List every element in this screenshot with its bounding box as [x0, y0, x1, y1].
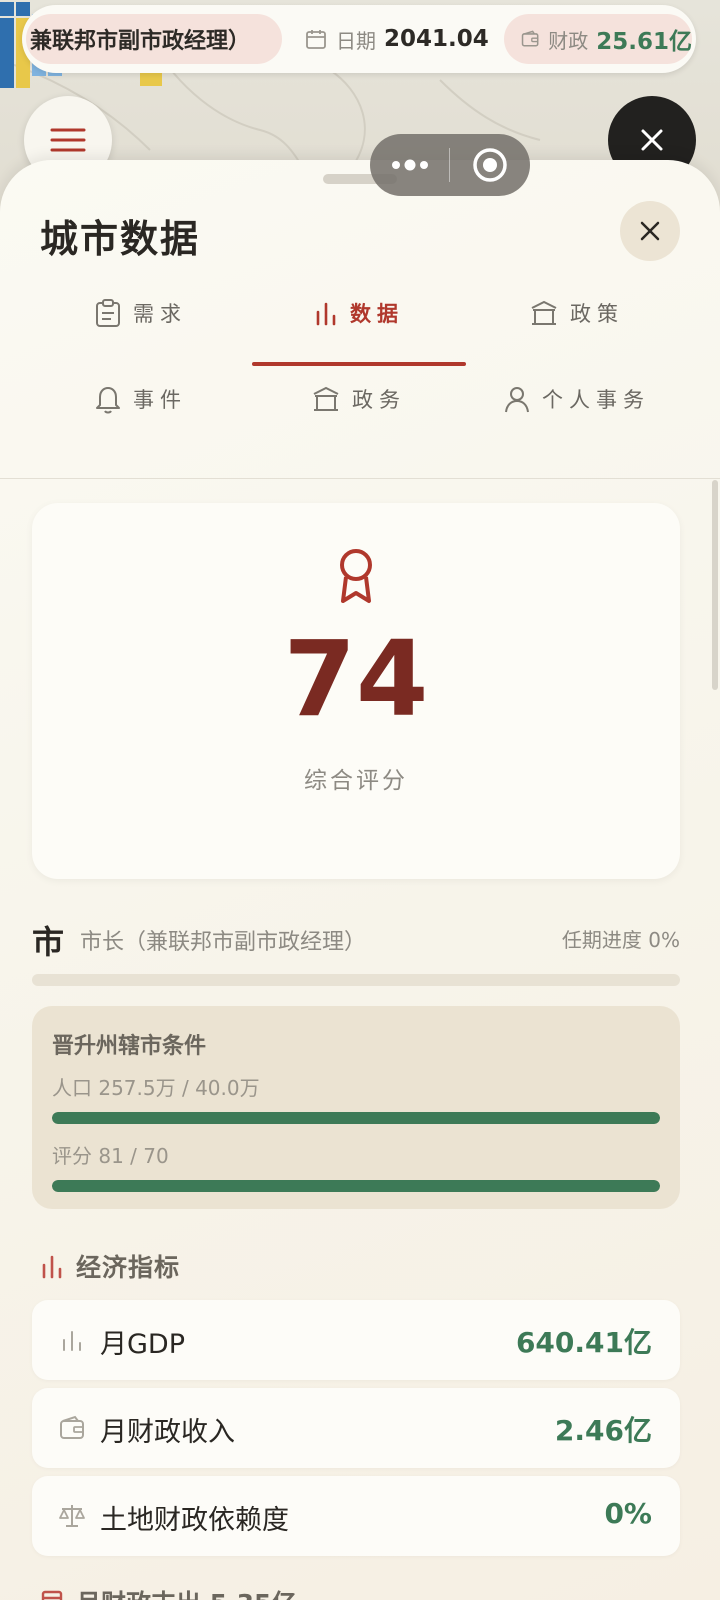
- date-label: 日期: [336, 28, 376, 53]
- tab-label: 需求: [133, 302, 187, 326]
- exit-miniprogram-icon[interactable]: [450, 134, 530, 196]
- metric-value: 0%: [604, 1497, 652, 1530]
- scale-icon: [59, 1505, 85, 1527]
- role-text: 兼联邦市副市政经理）: [30, 29, 251, 54]
- award-ribbon-icon: [340, 549, 372, 603]
- receipt-icon: [41, 1590, 63, 1600]
- score-condition-text: 评分 81 / 70: [52, 1144, 169, 1168]
- metric-row-fiscal-revenue[interactable]: 月财政收入 2.46亿: [32, 1388, 680, 1468]
- metric-label: 月财政收入: [100, 1417, 235, 1448]
- top-status-bar: 兼联邦市副市政经理） 日期 2041.04 财政 25.61亿: [22, 5, 696, 73]
- wallet-icon: [521, 30, 539, 47]
- overall-score-label: 综合评分: [304, 768, 408, 794]
- tab-events[interactable]: 事件: [32, 356, 250, 442]
- close-icon: [640, 221, 660, 241]
- tab-label: 政务: [352, 388, 406, 412]
- tab-policy[interactable]: 政策: [468, 270, 686, 356]
- tabs-divider: [0, 478, 720, 479]
- tab-personal-affairs[interactable]: 个人事务: [468, 356, 686, 442]
- date-display: 日期 2041.04: [304, 14, 489, 64]
- tab-label: 事件: [133, 388, 187, 412]
- metric-label: 月GDP: [100, 1329, 185, 1360]
- metric-label: 土地财政依赖度: [100, 1505, 289, 1536]
- government-building-icon: [313, 386, 339, 411]
- date-value: 2041.04: [384, 26, 489, 52]
- government-building-icon: [531, 300, 557, 325]
- tab-label: 政策: [570, 302, 624, 326]
- tab-bar: 需求 数据 政策 事件 政务 个人事务: [32, 270, 688, 450]
- scrollbar[interactable]: [712, 480, 718, 690]
- bar-chart-icon: [316, 302, 336, 326]
- sheet-title: 城市数据: [40, 217, 201, 261]
- overall-score-value: 74: [283, 618, 429, 740]
- tab-data[interactable]: 数据: [250, 270, 468, 356]
- promotion-title: 晋升州辖市条件: [52, 1034, 207, 1059]
- promotion-conditions-box: 晋升州辖市条件 人口 257.5万 / 40.0万 评分 81 / 70: [32, 1006, 680, 1209]
- close-icon: [641, 129, 663, 151]
- mayor-title: 市长（兼联邦市副市政经理）: [80, 930, 367, 955]
- bar-chart-icon: [42, 1255, 62, 1279]
- metric-row-gdp[interactable]: 月GDP 640.41亿: [32, 1300, 680, 1380]
- population-progress-bar: [52, 1112, 660, 1124]
- fiscal-display[interactable]: 财政 25.61亿: [504, 14, 692, 64]
- bar-chart-icon: [63, 1331, 81, 1351]
- fiscal-expenditure-header: 月财政支出 5.35亿: [40, 1584, 296, 1600]
- term-progress-text: 任期进度 0%: [561, 928, 680, 952]
- overall-score-card: 74 综合评分: [32, 503, 680, 879]
- sheet-close-button[interactable]: [620, 201, 680, 261]
- economic-indicators-header: 经济指标: [40, 1248, 180, 1284]
- role-badge[interactable]: 兼联邦市副市政经理）: [26, 14, 282, 64]
- score-progress-bar: [52, 1180, 660, 1192]
- metric-value: 640.41亿: [515, 1326, 652, 1359]
- wallet-icon: [60, 1415, 84, 1439]
- tab-needs[interactable]: 需求: [32, 270, 250, 356]
- miniprogram-capsule: [370, 134, 530, 196]
- person-icon: [505, 387, 529, 413]
- tab-label: 个人事务: [542, 388, 650, 412]
- population-progress-fill: [52, 1112, 660, 1124]
- more-options-icon[interactable]: [370, 134, 449, 196]
- economic-indicators-title: 经济指标: [76, 1253, 181, 1282]
- bell-icon: [96, 387, 120, 414]
- population-condition-text: 人口 257.5万 / 40.0万: [52, 1076, 260, 1100]
- city-data-sheet: 城市数据 需求 数据 政策 事件 政务 个人事务: [0, 160, 720, 1600]
- fiscal-expenditure-text: 月财政支出 5.35亿: [76, 1584, 296, 1600]
- fiscal-value: 25.61亿: [596, 29, 692, 55]
- score-progress-fill: [52, 1180, 660, 1192]
- metric-row-land-finance-dependency[interactable]: 土地财政依赖度 0%: [32, 1476, 680, 1556]
- metric-value: 2.46亿: [554, 1414, 652, 1447]
- active-tab-indicator: [252, 362, 466, 366]
- tab-government-affairs[interactable]: 政务: [250, 356, 468, 442]
- city-level-char: 市: [32, 923, 65, 961]
- clipboard-icon: [96, 299, 120, 327]
- tab-label: 数据: [350, 301, 404, 326]
- term-progress-bar: [32, 974, 680, 986]
- fiscal-label: 财政: [548, 28, 589, 53]
- calendar-icon: [306, 30, 326, 49]
